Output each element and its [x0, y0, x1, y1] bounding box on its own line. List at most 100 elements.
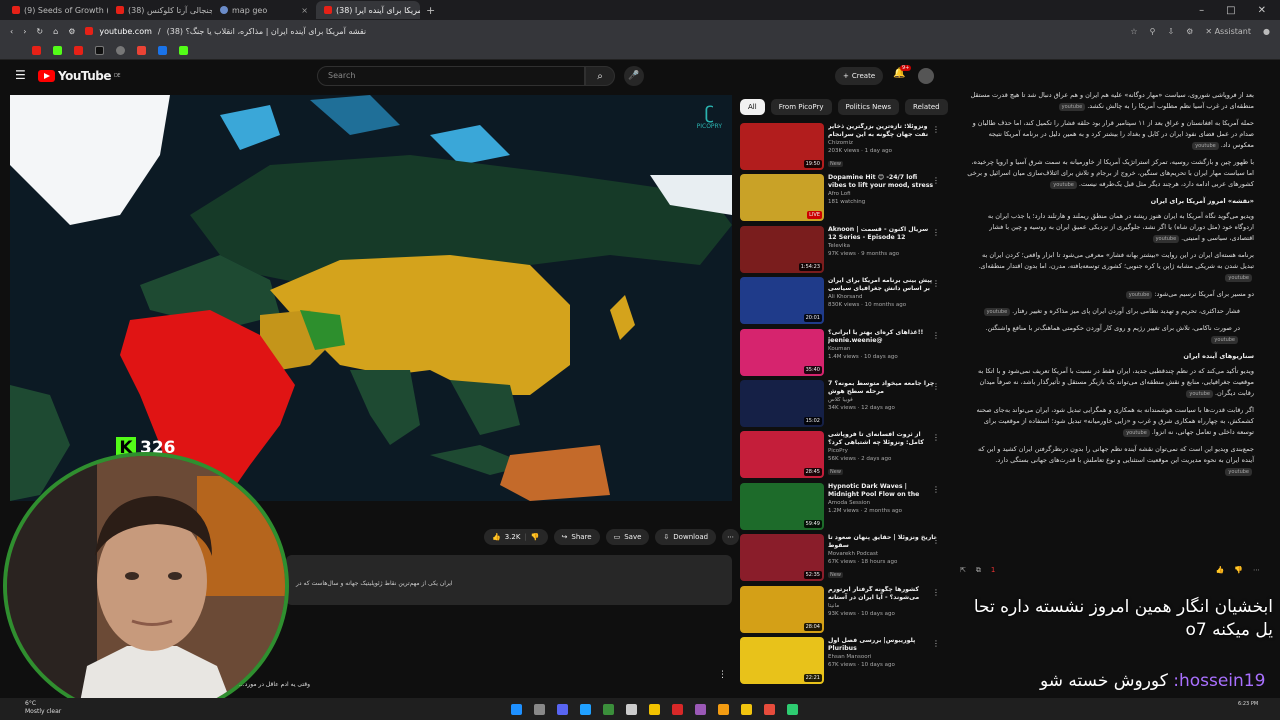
close-icon[interactable]: × — [301, 6, 308, 15]
source-tag[interactable]: youtube — [1152, 235, 1180, 243]
video-title[interactable]: Aknoon | سریال اکنون - قسمت 12 Series - … — [828, 226, 936, 242]
browser-icon[interactable] — [787, 703, 798, 715]
video-thumbnail[interactable]: 20:01 — [740, 277, 824, 325]
chip-politics-news[interactable]: Politics News — [837, 99, 900, 115]
video-channel[interactable]: فوبیا کلاس — [828, 396, 940, 404]
back-icon[interactable]: ‹ — [10, 27, 13, 36]
comment-more-icon[interactable]: ⋮ — [718, 670, 727, 680]
search-icon[interactable] — [534, 703, 545, 715]
download-button[interactable]: ⇩ Download — [655, 529, 717, 545]
video-title[interactable]: پلوریبوس| بررسی فصل اول Pluribus — [828, 637, 936, 653]
avatar[interactable] — [918, 68, 934, 84]
bookmark-kick-icon[interactable] — [53, 46, 62, 55]
related-video-item[interactable]: 15:02 چرا جامعه میخواد متوسط بمونه؟ 7 مرح… — [740, 380, 946, 429]
video-title[interactable]: غذاهای کره‌ای بهتر یا ایرانی؟!! jeenie.w… — [828, 329, 936, 345]
bookmark-gmail-icon[interactable] — [137, 46, 146, 55]
app-icon[interactable] — [741, 703, 752, 715]
video-title[interactable]: کشورها چگونه گرفتار ابرتورم می‌شوند؟ - آ… — [828, 586, 936, 602]
app-icon[interactable] — [603, 703, 614, 715]
more-icon[interactable]: ⋯ — [1253, 566, 1260, 580]
source-tag[interactable]: youtube — [1058, 103, 1086, 111]
more-vert-icon[interactable]: ⋮ — [932, 382, 940, 391]
more-actions-button[interactable]: ⋯ — [722, 529, 740, 545]
related-video-item[interactable]: 19:50 ونزوئلا: تازه‌ترین بزرگترین ذخایر ن… — [740, 123, 946, 172]
browser-tab-active[interactable]: (38) نقشه آمریکا برای آینده ایرا× — [316, 1, 420, 19]
video-thumbnail[interactable]: 28:04 — [740, 585, 824, 633]
video-title[interactable]: چرا جامعه میخواد متوسط بمونه؟ 7 مرحله سط… — [828, 380, 936, 396]
bookmark-translate-icon[interactable] — [158, 46, 167, 55]
related-video-item[interactable]: 28:45 از ثروت افسانه‌ای تا فروپاشی کامل: … — [740, 431, 946, 480]
edge-icon[interactable] — [580, 703, 591, 715]
copy-icon[interactable]: ⧉ — [976, 566, 981, 580]
search-button[interactable]: ⌕ — [585, 66, 615, 86]
source-tag[interactable]: youtube — [1125, 291, 1153, 299]
more-vert-icon[interactable]: ⋮ — [932, 433, 940, 442]
bookmark-x-icon[interactable] — [95, 46, 104, 55]
download-icon[interactable]: ⇩ — [1167, 27, 1174, 36]
more-vert-icon[interactable]: ⋮ — [932, 125, 940, 134]
home-icon[interactable]: ⌂ — [53, 27, 58, 36]
video-thumbnail[interactable]: 1:54:23 — [740, 225, 824, 273]
minimize-icon[interactable]: – — [1199, 5, 1204, 16]
source-tag[interactable]: youtube — [1050, 181, 1077, 189]
reload-icon[interactable]: ↻ — [36, 27, 43, 36]
video-channel[interactable]: Televika — [828, 242, 940, 250]
bookmark-github-icon[interactable] — [116, 46, 125, 55]
chip-from-picopry[interactable]: From PicoPry — [770, 99, 832, 115]
source-tag[interactable]: youtube — [983, 308, 1011, 316]
assistant-button[interactable]: ✕ Assistant — [1205, 27, 1251, 36]
app-icon[interactable] — [626, 703, 637, 715]
browser-tab-1[interactable]: (9) Seeds of Growth (1111hz)× — [4, 1, 108, 19]
related-video-item[interactable]: 35:40 غذاهای کره‌ای بهتر یا ایرانی؟!! jee… — [740, 328, 946, 378]
related-video-item[interactable]: 1:54:23 Aknoon | سریال اکنون - قسمت 12 Se… — [740, 225, 946, 275]
video-thumbnail[interactable]: 35:40 — [740, 328, 824, 376]
video-thumbnail[interactable]: 59:49 — [740, 482, 824, 530]
app-icon[interactable] — [718, 703, 729, 715]
source-tag[interactable]: youtube — [1192, 142, 1219, 150]
save-button[interactable]: ▭ Save — [605, 529, 650, 545]
menu-icon[interactable]: ☰ — [15, 68, 26, 82]
source-tag[interactable]: youtube — [1211, 336, 1238, 344]
video-channel[interactable]: Ali Khorsand — [828, 293, 940, 301]
more-vert-icon[interactable]: ⋮ — [932, 588, 940, 597]
related-video-item[interactable]: 28:04 کشورها چگونه گرفتار ابرتورم می‌شوند… — [740, 585, 946, 635]
related-video-item[interactable]: LIVE Dopamine Hit 😊 -24/7 lofi vibes to l… — [740, 174, 946, 223]
video-description[interactable]: ایران یکی از مهم‌ترین نقاط ژئوپلیتیک جها… — [286, 555, 732, 605]
video-title[interactable]: Hypnotic Dark Waves | Midnight Pool Flow… — [828, 483, 936, 499]
source-tag[interactable]: youtube — [1225, 274, 1252, 282]
video-channel[interactable]: PicoPry — [828, 447, 940, 455]
star-icon[interactable]: ☆ — [1130, 27, 1137, 36]
more-vert-icon[interactable]: ⋮ — [932, 176, 940, 185]
more-vert-icon[interactable]: ⋮ — [932, 639, 940, 648]
thumbs-down-icon[interactable]: 👎 — [1234, 566, 1243, 580]
like-button[interactable]: 👍 3.2K | 👎 — [484, 529, 548, 545]
search-input[interactable]: Search — [317, 66, 585, 86]
video-thumbnail[interactable]: 22:21 — [740, 637, 824, 684]
new-tab-icon[interactable]: + — [426, 4, 435, 17]
more-vert-icon[interactable]: ⋮ — [932, 485, 940, 494]
video-title[interactable]: تاریخ ونزوئلا | حقایق پنهان صعود تا سقوط — [828, 534, 936, 550]
browser-tab-3[interactable]: map geo × — [212, 1, 316, 19]
video-title[interactable]: ونزوئلا: تازه‌ترین بزرگترین ذخایر نفت جه… — [828, 123, 936, 139]
profile-icon[interactable]: ● — [1263, 27, 1270, 36]
bookmark-youtube-icon[interactable] — [74, 46, 83, 55]
maximize-icon[interactable]: □ — [1226, 5, 1235, 16]
video-thumbnail[interactable]: 19:50 — [740, 123, 824, 170]
share-button[interactable]: ↪ Share — [553, 529, 600, 545]
video-channel[interactable]: Kouman — [828, 345, 940, 353]
system-clock[interactable]: 6:23 PM — [1238, 701, 1258, 707]
create-button[interactable]: + Create — [835, 67, 884, 85]
related-video-item[interactable]: 52:35 تاریخ ونزوئلا | حقایق پنهان صعود تا… — [740, 534, 946, 583]
chip-all[interactable]: All — [740, 99, 765, 115]
related-video-item[interactable]: 59:49 Hypnotic Dark Waves | Midnight Pool… — [740, 482, 946, 532]
video-thumbnail[interactable]: 52:35 — [740, 534, 824, 582]
video-channel[interactable]: Movarekh Podcast — [828, 550, 940, 558]
more-vert-icon[interactable]: ⋮ — [932, 279, 940, 288]
video-title[interactable]: پیش بینی برنامه آمریکا برای ایران بر اسا… — [828, 277, 936, 293]
chip-related[interactable]: Related — [905, 99, 948, 115]
app-icon[interactable] — [764, 703, 775, 715]
thumbs-up-icon[interactable]: 👍 — [1216, 566, 1225, 580]
video-thumbnail[interactable]: 28:45 — [740, 431, 824, 479]
close-window-icon[interactable]: ✕ — [1258, 5, 1266, 16]
app-icon[interactable] — [695, 703, 706, 715]
